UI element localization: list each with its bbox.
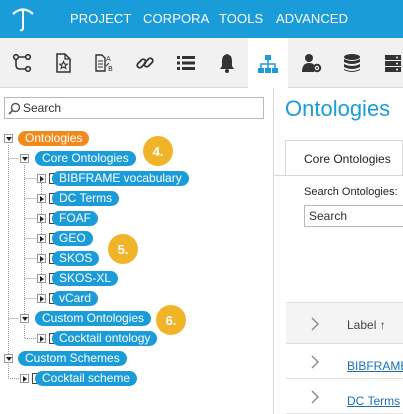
tree-node-skos[interactable]: SKOS xyxy=(52,251,100,266)
tree-node-cocktail-ontology[interactable]: Cocktail ontology xyxy=(52,331,158,346)
top-menu-bar: PROJECT CORPORA TOOLS ADVANCED xyxy=(0,0,403,38)
list-icon[interactable] xyxy=(166,38,206,88)
tree-node-vcard[interactable]: vCard xyxy=(52,291,99,306)
search-ontologies-label: Search Ontologies: xyxy=(304,186,398,198)
toggle-ontologies[interactable] xyxy=(4,134,13,143)
user-gear-icon[interactable] xyxy=(291,38,331,88)
toggle-custom-ontologies[interactable] xyxy=(20,314,29,323)
column-header-label[interactable]: Label ↑ xyxy=(347,318,386,332)
chevron-right-icon[interactable] xyxy=(310,355,320,369)
flow-icon[interactable] xyxy=(2,38,42,88)
tree-node-bibframe[interactable]: BIBFRAME vocabulary xyxy=(52,171,189,186)
tree-node-core-ontologies[interactable]: Core Ontologies xyxy=(35,151,136,166)
tree-node-cocktail-scheme[interactable]: Cocktail scheme xyxy=(35,371,138,386)
toolbar: AB xyxy=(0,38,403,89)
menu-advanced[interactable]: ADVANCED xyxy=(276,11,348,26)
toggle-cocktail-scheme[interactable] xyxy=(20,374,29,383)
toggle-bibframe[interactable] xyxy=(37,174,46,183)
doc-ab-icon[interactable]: AB xyxy=(84,38,124,88)
menu-tools[interactable]: TOOLS xyxy=(219,11,263,26)
annotation-badge-4: 4. xyxy=(143,136,173,166)
toggle-skos[interactable] xyxy=(37,254,46,263)
tree-node-dc-terms[interactable]: DC Terms xyxy=(52,191,120,206)
tree-node-ontologies[interactable]: Ontologies xyxy=(18,131,90,146)
chevron-right-icon xyxy=(311,317,319,331)
umbrella-logo[interactable] xyxy=(10,6,36,32)
tree-node-custom-schemes[interactable]: Custom Schemes xyxy=(18,351,127,366)
chevron-right-icon[interactable] xyxy=(310,390,320,404)
tree-node-skos-xl[interactable]: SKOS-XL xyxy=(52,271,119,286)
toggle-cocktail-ontology[interactable] xyxy=(37,334,46,343)
database-icon[interactable] xyxy=(332,38,372,88)
tab-core-ontologies-label[interactable]: Core Ontologies xyxy=(304,152,391,166)
starred-doc-icon[interactable] xyxy=(43,38,83,88)
svg-text:B: B xyxy=(108,65,113,73)
toggle-vcard[interactable] xyxy=(37,294,46,303)
link-icon[interactable] xyxy=(125,38,165,88)
toggle-core-ontologies[interactable] xyxy=(20,154,29,163)
toggle-geo[interactable] xyxy=(37,234,46,243)
tab-underline xyxy=(274,175,403,176)
row-link-dc-terms[interactable]: DC Terms xyxy=(347,394,400,408)
tree-search-input[interactable] xyxy=(23,100,259,116)
page-title: Ontologies xyxy=(285,96,391,121)
tree-node-foaf[interactable]: FOAF xyxy=(52,211,98,226)
bell-icon[interactable] xyxy=(207,38,247,88)
row-link-bibframe[interactable]: BIBFRAME xyxy=(347,359,403,373)
toggle-custom-schemes[interactable] xyxy=(4,354,13,363)
hierarchy-icon[interactable] xyxy=(248,38,288,89)
tree-node-geo[interactable]: GEO xyxy=(52,231,93,246)
svg-text:A: A xyxy=(106,55,111,63)
menu-project[interactable]: PROJECT xyxy=(70,11,131,26)
panel-divider[interactable] xyxy=(273,88,274,414)
search-ontologies-input[interactable] xyxy=(305,206,403,226)
toggle-foaf[interactable] xyxy=(37,214,46,223)
server-icon[interactable] xyxy=(373,38,403,88)
toggle-skos-xl[interactable] xyxy=(37,274,46,283)
annotation-badge-6: 6. xyxy=(156,305,186,335)
menu-corpora[interactable]: CORPORA xyxy=(143,11,209,26)
search-ontologies-box xyxy=(304,205,403,227)
tree-search-box xyxy=(4,97,264,119)
search-icon xyxy=(8,102,21,115)
toggle-dc-terms[interactable] xyxy=(37,194,46,203)
annotation-badge-5: 5. xyxy=(108,234,138,264)
tree-node-custom-ontologies[interactable]: Custom Ontologies xyxy=(35,311,152,326)
